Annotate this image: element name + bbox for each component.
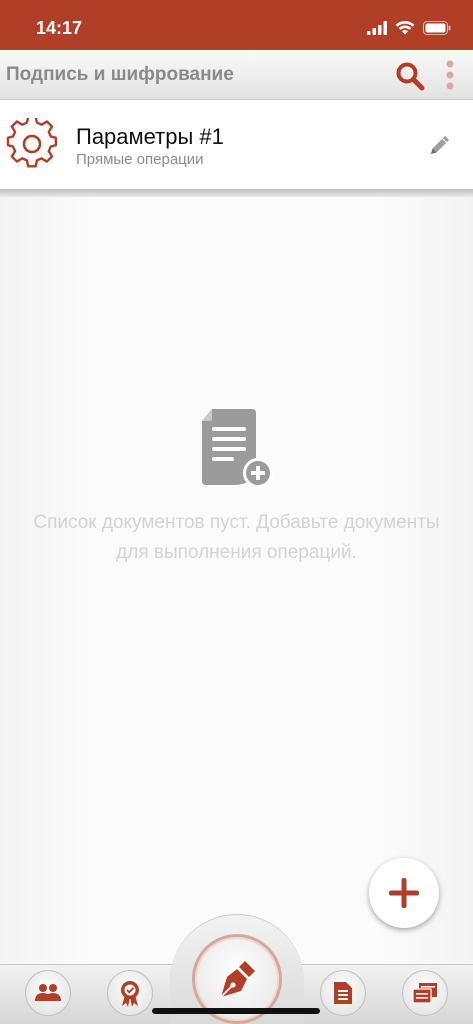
more-vertical-icon: [446, 60, 454, 90]
tab-windows[interactable]: [402, 970, 448, 1016]
certificate-icon: [121, 981, 139, 1007]
tab-documents[interactable]: [320, 970, 366, 1016]
search-icon: [396, 62, 425, 91]
windows-icon: [412, 983, 437, 1004]
edit-parameters-button[interactable]: [427, 132, 453, 158]
status-icons: [367, 18, 451, 38]
status-bar: 14:17: [0, 0, 473, 50]
search-button[interactable]: [394, 60, 426, 92]
parameters-subtitle: Прямые операции: [76, 151, 204, 168]
status-time: 14:17: [36, 18, 83, 38]
page-title: Подпись и шифрование: [6, 64, 234, 85]
users-icon: [35, 984, 61, 1001]
gear-icon: [6, 115, 58, 170]
document-icon: [334, 982, 352, 1004]
more-menu-button[interactable]: [440, 58, 460, 94]
documents-list[interactable]: [0, 197, 473, 964]
tab-contacts[interactable]: [25, 970, 71, 1016]
signal-icon: [367, 21, 387, 35]
wifi-icon: [395, 21, 415, 35]
parameters-title: Параметры #1: [76, 124, 224, 149]
document-add-icon: [200, 405, 276, 491]
empty-state-message: Список документов пуст. Добавьте докумен…: [33, 512, 440, 563]
parameters-row[interactable]: [0, 101, 473, 189]
pen-nib-icon: [220, 961, 255, 998]
parameters-divider: [0, 189, 473, 197]
tab-certificates[interactable]: [107, 970, 153, 1016]
battery-icon: [423, 21, 451, 35]
plus-icon: [389, 878, 419, 908]
add-document-button[interactable]: [369, 858, 439, 928]
home-indicator: [152, 1008, 320, 1014]
pencil-icon: [431, 136, 449, 154]
